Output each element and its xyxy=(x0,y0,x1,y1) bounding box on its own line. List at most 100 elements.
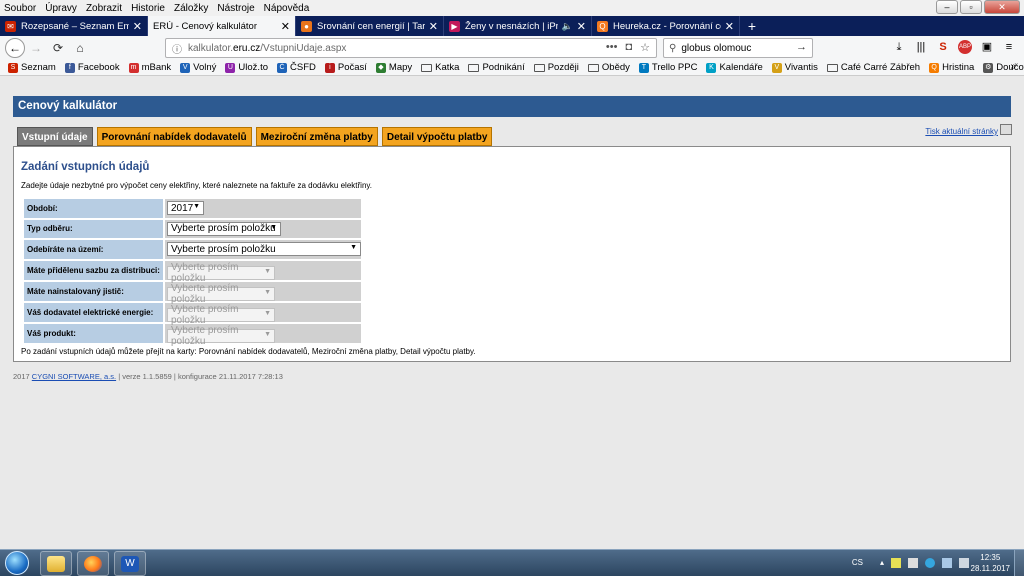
clock[interactable]: 12:35 28.11.2017 xyxy=(971,552,1010,574)
word-taskbar-button[interactable]: W xyxy=(114,551,146,576)
browser-tab[interactable]: ✉Rozepsané – Seznam Email✕ xyxy=(0,16,148,36)
bookmark-item[interactable]: Katka xyxy=(421,62,459,73)
explorer-taskbar-button[interactable] xyxy=(40,551,72,576)
field-value-cell: Vyberte prosím položku ▼ xyxy=(165,219,361,238)
bookmark-item[interactable]: T Trello PPC xyxy=(638,62,697,73)
bookmark-item[interactable]: i Počasí xyxy=(324,62,367,73)
company-link[interactable]: CYGNI SOFTWARE, a.s. xyxy=(32,372,116,381)
close-tab-icon[interactable]: ✕ xyxy=(725,20,734,33)
bookmark-label: Obědy xyxy=(601,62,630,73)
bookmark-star-icon[interactable]: ☆ xyxy=(640,41,650,54)
bookmark-item[interactable]: Q Hristina xyxy=(929,62,974,73)
sidebar-icon[interactable]: ▣ xyxy=(980,39,994,55)
browser-tab[interactable]: QHeureka.cz - Porovnání cen a sl✕ xyxy=(592,16,740,36)
bookmark-label: Mapy xyxy=(388,62,413,73)
downloads-icon[interactable]: ⤓ xyxy=(892,39,906,55)
show-desktop-button[interactable] xyxy=(1014,550,1024,576)
browser-tab[interactable]: ●Srovnání cen energií | Tarifoma✕ xyxy=(296,16,444,36)
new-tab-button[interactable]: + xyxy=(740,16,764,36)
tab-detail-vypoctu[interactable]: Detail výpočtu platby xyxy=(381,127,493,146)
window-close-button[interactable]: ✕ xyxy=(984,0,1020,14)
field-label: Máte přidělenu sazbu za distribuci: xyxy=(24,260,163,280)
home-button[interactable]: ⌂ xyxy=(69,41,91,55)
firefox-taskbar-button[interactable] xyxy=(77,551,109,576)
navigation-note: Po zadání vstupních údajů můžete přejít … xyxy=(21,347,476,356)
browser-tab-active[interactable]: ERÚ - Cenový kalkulátor ✕ xyxy=(148,16,296,36)
bookmark-item[interactable]: ◆ Mapy xyxy=(375,62,413,73)
field-select[interactable]: Vyberte prosím položku ▼ xyxy=(167,221,281,236)
tray-arrow-icon[interactable]: ▴ xyxy=(880,558,884,568)
bookmark-item[interactable]: K Kalendáře xyxy=(706,62,763,73)
menu-zobrazit[interactable]: Zobrazit xyxy=(86,3,122,14)
bookmark-item[interactable]: V Volný xyxy=(180,62,216,73)
library-icon[interactable]: ||| xyxy=(914,39,928,55)
bookmark-item[interactable]: Č ČSFD xyxy=(277,62,316,73)
maximize-button[interactable]: ▫ xyxy=(960,0,982,14)
hamburger-menu-icon[interactable]: ≡ xyxy=(1002,39,1016,55)
browser-tab[interactable]: ▶Ženy v nesnázích | iPrima🔈✕ xyxy=(444,16,592,36)
bookmark-favicon-icon: ⚙ xyxy=(983,62,994,73)
close-tab-icon[interactable]: ✕ xyxy=(281,20,290,33)
forward-button[interactable]: → xyxy=(25,41,47,55)
url-bar[interactable]: ⓘ kalkulator. eru.cz/VstupniUdaje.aspx ••… xyxy=(165,38,657,58)
print-page-link[interactable]: Tisk aktuální stránky xyxy=(925,127,998,136)
reload-button[interactable]: ⟳ xyxy=(47,41,69,55)
minimize-button[interactable]: – xyxy=(936,0,958,14)
menu-nastroje[interactable]: Nástroje xyxy=(217,3,254,14)
select-value: Vyberte prosím položku xyxy=(171,261,239,284)
tab-mezirocni-zmena[interactable]: Meziroční změna platby xyxy=(255,127,378,146)
field-select[interactable]: 2017 ▼ xyxy=(167,201,204,216)
back-button[interactable]: ← xyxy=(5,38,25,58)
menu-historie[interactable]: Historie xyxy=(131,3,165,14)
select-value: Vyberte prosím položku xyxy=(171,303,239,326)
bookmark-item[interactable]: Podnikání xyxy=(468,62,525,73)
taskbar: W CS ▴ 12:35 28.11.2017 xyxy=(0,549,1024,576)
tab-porovnani-nabidek[interactable]: Porovnání nabídek dodavatelů xyxy=(96,127,252,146)
volume-icon[interactable] xyxy=(959,558,969,568)
menu-napoveda[interactable]: Nápověda xyxy=(264,3,310,14)
bookmark-item[interactable]: S Seznam xyxy=(8,62,56,73)
tray-flag-icon[interactable] xyxy=(908,558,918,568)
bookmark-item[interactable]: V Vivantis xyxy=(771,62,818,73)
tab-vstupni-udaje[interactable]: Vstupní údaje xyxy=(17,127,93,146)
speaker-icon[interactable]: 🔈 xyxy=(562,21,573,32)
bookmarks-overflow-icon[interactable]: » xyxy=(1010,61,1016,72)
bookmark-favicon-icon: T xyxy=(638,62,649,73)
adblock-icon[interactable]: ABP xyxy=(958,40,972,54)
language-indicator[interactable]: CS xyxy=(852,558,863,568)
network-icon[interactable] xyxy=(942,558,952,568)
form-row: Období: 2017 ▼ xyxy=(24,199,361,218)
field-select[interactable]: Vyberte prosím položku ▼ xyxy=(167,242,361,257)
bookmark-item[interactable]: ⚙Doučování xyxy=(983,62,1024,73)
page-actions-icon[interactable]: ••• xyxy=(606,41,618,54)
bookmark-label: Facebook xyxy=(77,62,120,73)
search-input[interactable]: ⚲ globus olomouc → xyxy=(663,38,813,58)
telegram-icon[interactable] xyxy=(925,558,935,568)
bookmarks-toolbar: S Seznam f Facebook m mBank V Volný U Ulož.to Č ČSF… xyxy=(0,60,1024,76)
bookmark-item[interactable]: Později xyxy=(533,62,579,73)
bookmark-item[interactable]: m mBank xyxy=(128,62,171,73)
menu-bar: Soubor Úpravy Zobrazit Historie Záložky … xyxy=(0,0,1024,16)
bookmark-item[interactable]: f Facebook xyxy=(64,62,120,73)
menu-zalozky[interactable]: Záložky xyxy=(174,3,208,14)
dropdown-arrow-icon: ▼ xyxy=(264,309,271,317)
windows-orb-icon xyxy=(5,551,29,575)
bookmark-label: Ulož.to xyxy=(238,62,268,73)
close-tab-icon[interactable]: ✕ xyxy=(429,20,438,33)
bookmark-item[interactable]: Obědy xyxy=(587,62,630,73)
menu-upravy[interactable]: Úpravy xyxy=(45,3,77,14)
seznam-extension-icon[interactable]: S xyxy=(936,39,950,55)
search-go-icon[interactable]: → xyxy=(796,41,807,53)
close-tab-icon[interactable]: ✕ xyxy=(577,20,586,33)
bookmark-item[interactable]: Café Carré Zábřeh xyxy=(826,62,920,73)
printer-icon[interactable] xyxy=(1000,124,1012,135)
close-tab-icon[interactable]: ✕ xyxy=(133,20,142,33)
start-button[interactable] xyxy=(2,550,32,576)
pocket-icon[interactable]: ◘ xyxy=(625,41,632,54)
bookmark-label: ČSFD xyxy=(290,62,316,73)
tray-app-icon[interactable] xyxy=(891,558,901,568)
bookmark-item[interactable]: U Ulož.to xyxy=(225,62,268,73)
select-value: Vyberte prosím položku xyxy=(171,243,276,255)
site-info-icon[interactable]: ⓘ xyxy=(172,41,182,56)
menu-soubor[interactable]: Soubor xyxy=(4,3,36,14)
